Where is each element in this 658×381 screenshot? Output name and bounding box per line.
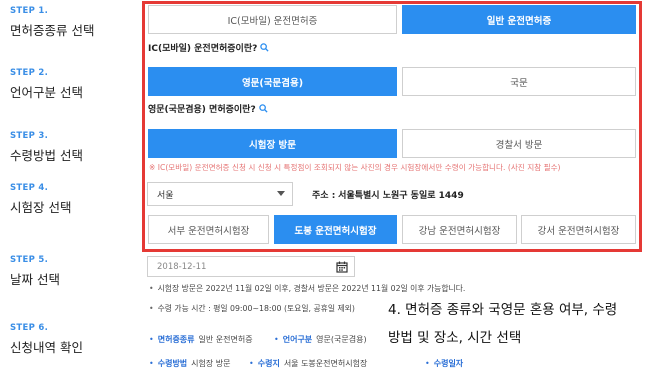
method-option-center[interactable]: 시험장 방문 bbox=[148, 129, 397, 158]
address-value: 서울특별시 노원구 동일로 1449 bbox=[338, 191, 464, 201]
date-value: 2018-12-11 bbox=[157, 261, 207, 272]
receive-notice: ※ IC(모바일) 운전면허증 신청 시 신청 시 특정점이 조회되지 않는 사… bbox=[149, 163, 561, 172]
step-label: STEP 1. bbox=[10, 6, 49, 16]
center-option-gangseo[interactable]: 강서 운전면허시험장 bbox=[521, 215, 636, 244]
summary-key: 수령지 bbox=[257, 359, 280, 368]
magnifier-icon bbox=[258, 104, 268, 113]
date-note: 시험장 방문은 2022년 11월 02일 이후, 경찰서 방문은 2022년 … bbox=[149, 283, 466, 294]
step-label: STEP 6. bbox=[10, 323, 49, 333]
method-option-police[interactable]: 경찰서 방문 bbox=[402, 129, 636, 158]
language-option-korean[interactable]: 국문 bbox=[402, 67, 636, 96]
summary-value: 영문(국문겸용) bbox=[316, 335, 367, 344]
ic-license-info-link[interactable]: IC(모바일) 운전면허증이란? bbox=[148, 41, 269, 54]
center-option-dobong[interactable]: 도봉 운전면허시험장 bbox=[274, 215, 397, 244]
step-label: STEP 2. bbox=[10, 68, 49, 78]
english-license-info-label: 영문(국문겸용) 면허증이란? bbox=[148, 105, 256, 115]
step-label: STEP 4. bbox=[10, 183, 49, 193]
summary-language: • 언어구분 영문(국문겸용) bbox=[274, 335, 367, 344]
language-option-english[interactable]: 영문(국문겸용) bbox=[148, 67, 397, 96]
center-address: 주소 : 서울특별시 노원구 동일로 1449 bbox=[312, 188, 464, 201]
summary-key: 면허증종류 bbox=[157, 335, 195, 344]
summary-time: • 수령일자 bbox=[425, 359, 464, 368]
summary-value: 시험장 방문 bbox=[191, 359, 231, 368]
address-label: 주소 : bbox=[312, 191, 336, 201]
region-select-value: 서울 bbox=[157, 190, 174, 201]
step-label: STEP 5. bbox=[10, 255, 49, 265]
summary-key: 수령방법 bbox=[157, 359, 188, 368]
chevron-down-icon bbox=[277, 191, 285, 196]
license-option-general[interactable]: 일반 운전면허증 bbox=[402, 5, 636, 34]
summary-key: 언어구분 bbox=[282, 335, 313, 344]
summary-method: • 수령방법 시험장 방문 bbox=[149, 359, 231, 368]
region-select[interactable]: 서울 bbox=[147, 182, 293, 206]
callout-line-1: 4. 면허증 종류와 국영문 혼용 여부, 수령 bbox=[388, 302, 618, 318]
step-title: 수령방법 선택 bbox=[10, 148, 83, 163]
step-title: 시험장 선택 bbox=[10, 200, 72, 215]
magnifier-icon bbox=[260, 43, 269, 52]
center-option-gangnam[interactable]: 강남 운전면허시험장 bbox=[402, 215, 517, 244]
date-note: 수령 가능 시간 : 평일 09:00~18:00 (토요일, 공휴일 제외) bbox=[149, 303, 355, 314]
step-label: STEP 3. bbox=[10, 131, 49, 141]
summary-key: 수령일자 bbox=[433, 359, 464, 368]
callout-line-2: 방법 및 장소, 시간 선택 bbox=[388, 330, 522, 346]
summary-value: 서울 도봉운전면허시험장 bbox=[283, 359, 368, 368]
step-title: 날짜 선택 bbox=[10, 272, 60, 287]
summary-place: • 수령지 서울 도봉운전면허시험장 bbox=[249, 359, 368, 368]
calendar-icon[interactable] bbox=[336, 261, 348, 273]
summary-value: 일반 운전면허증 bbox=[198, 335, 253, 344]
center-option-seobu[interactable]: 서부 운전면허시험장 bbox=[148, 215, 269, 244]
step-title: 면허증종류 선택 bbox=[10, 23, 95, 38]
date-input[interactable]: 2018-12-11 bbox=[147, 256, 355, 277]
step-title: 신청내역 확인 bbox=[10, 340, 83, 355]
license-option-ic[interactable]: IC(모바일) 운전면허증 bbox=[148, 5, 397, 34]
english-license-info-link[interactable]: 영문(국문겸용) 면허증이란? bbox=[148, 102, 268, 115]
ic-license-info-label: IC(모바일) 운전면허증이란? bbox=[148, 44, 258, 54]
step-title: 언어구분 선택 bbox=[10, 85, 83, 100]
summary-license: • 면허증종류 일반 운전면허증 bbox=[149, 335, 253, 344]
